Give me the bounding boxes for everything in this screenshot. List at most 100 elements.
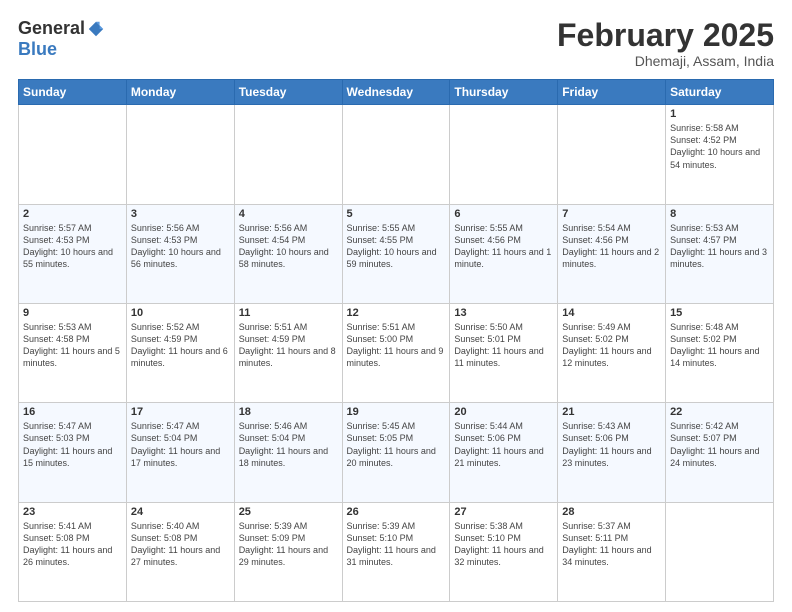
calendar-day-header: Saturday (666, 80, 774, 105)
calendar-table: SundayMondayTuesdayWednesdayThursdayFrid… (18, 79, 774, 602)
day-info: Sunrise: 5:52 AM Sunset: 4:59 PM Dayligh… (131, 321, 230, 370)
calendar-week-row: 16 Sunrise: 5:47 AM Sunset: 5:03 PM Dayli… (19, 403, 774, 502)
day-info: Sunrise: 5:49 AM Sunset: 5:02 PM Dayligh… (562, 321, 661, 370)
calendar-day-cell: 8Sunrise: 5:53 AM Sunset: 4:57 PM Daylig… (666, 204, 774, 303)
day-info: Sunrise: 5:37 AM Sunset: 5:11 PM Dayligh… (562, 520, 661, 569)
logo-general: General (18, 18, 85, 39)
calendar-day-header: Sunday (19, 80, 127, 105)
day-info: Sunrise: 5:43 AM Sunset: 5:06 PM Dayligh… (562, 420, 661, 469)
day-info: Sunrise: 5:48 AM Sunset: 5:02 PM Dayligh… (670, 321, 769, 370)
calendar-day-cell: 18 Sunrise: 5:46 AM Sunset: 5:04 PM Dayli… (234, 403, 342, 502)
day-number: 13 (454, 307, 553, 319)
calendar-day-cell (234, 105, 342, 204)
calendar-header-row: SundayMondayTuesdayWednesdayThursdayFrid… (19, 80, 774, 105)
calendar-day-cell: 28 Sunrise: 5:37 AM Sunset: 5:11 PM Dayli… (558, 502, 666, 601)
calendar-day-cell: 17Sunrise: 5:47 AM Sunset: 5:04 PM Dayli… (126, 403, 234, 502)
calendar-day-cell: 15Sunrise: 5:48 AM Sunset: 5:02 PM Dayli… (666, 303, 774, 402)
day-info: Sunrise: 5:47 AM Sunset: 5:03 PM Dayligh… (23, 420, 122, 469)
day-info: Sunrise: 5:46 AM Sunset: 5:04 PM Dayligh… (239, 420, 338, 469)
day-info: Sunrise: 5:39 AM Sunset: 5:10 PM Dayligh… (347, 520, 446, 569)
day-number: 21 (562, 406, 661, 418)
day-info: Sunrise: 5:55 AM Sunset: 4:55 PM Dayligh… (347, 222, 446, 271)
calendar-day-cell: 6 Sunrise: 5:55 AM Sunset: 4:56 PM Daylig… (450, 204, 558, 303)
calendar-day-cell (666, 502, 774, 601)
day-info: Sunrise: 5:38 AM Sunset: 5:10 PM Dayligh… (454, 520, 553, 569)
day-number: 26 (347, 506, 446, 518)
header-right: February 2025 Dhemaji, Assam, India (557, 18, 774, 69)
calendar-day-cell (126, 105, 234, 204)
location: Dhemaji, Assam, India (557, 53, 774, 69)
calendar-day-cell: 16 Sunrise: 5:47 AM Sunset: 5:03 PM Dayli… (19, 403, 127, 502)
calendar-day-cell: 10 Sunrise: 5:52 AM Sunset: 4:59 PM Dayli… (126, 303, 234, 402)
day-number: 1 (670, 108, 769, 120)
day-info: Sunrise: 5:42 AM Sunset: 5:07 PM Dayligh… (670, 420, 769, 469)
day-number: 28 (562, 506, 661, 518)
day-info: Sunrise: 5:57 AM Sunset: 4:53 PM Dayligh… (23, 222, 122, 271)
calendar-day-cell: 12Sunrise: 5:51 AM Sunset: 5:00 PM Dayli… (342, 303, 450, 402)
calendar-day-cell: 21 Sunrise: 5:43 AM Sunset: 5:06 PM Dayli… (558, 403, 666, 502)
day-info: Sunrise: 5:44 AM Sunset: 5:06 PM Dayligh… (454, 420, 553, 469)
day-info: Sunrise: 5:56 AM Sunset: 4:53 PM Dayligh… (131, 222, 230, 271)
calendar-day-cell: 9 Sunrise: 5:53 AM Sunset: 4:58 PM Daylig… (19, 303, 127, 402)
day-info: Sunrise: 5:54 AM Sunset: 4:56 PM Dayligh… (562, 222, 661, 271)
day-info: Sunrise: 5:51 AM Sunset: 4:59 PM Dayligh… (239, 321, 338, 370)
logo: General Blue (18, 18, 105, 60)
day-number: 4 (239, 208, 338, 220)
day-number: 2 (23, 208, 122, 220)
day-number: 11 (239, 307, 338, 319)
calendar-day-cell: 5 Sunrise: 5:55 AM Sunset: 4:55 PM Daylig… (342, 204, 450, 303)
calendar-day-cell: 2 Sunrise: 5:57 AM Sunset: 4:53 PM Daylig… (19, 204, 127, 303)
day-number: 17 (131, 406, 230, 418)
day-number: 14 (562, 307, 661, 319)
calendar-day-cell: 19 Sunrise: 5:45 AM Sunset: 5:05 PM Dayli… (342, 403, 450, 502)
calendar-day-cell: 27 Sunrise: 5:38 AM Sunset: 5:10 PM Dayli… (450, 502, 558, 601)
day-number: 27 (454, 506, 553, 518)
calendar-day-cell: 3 Sunrise: 5:56 AM Sunset: 4:53 PM Daylig… (126, 204, 234, 303)
calendar-day-cell: 4 Sunrise: 5:56 AM Sunset: 4:54 PM Daylig… (234, 204, 342, 303)
day-number: 10 (131, 307, 230, 319)
calendar-week-row: 9 Sunrise: 5:53 AM Sunset: 4:58 PM Daylig… (19, 303, 774, 402)
day-info: Sunrise: 5:40 AM Sunset: 5:08 PM Dayligh… (131, 520, 230, 569)
calendar-day-cell: 13 Sunrise: 5:50 AM Sunset: 5:01 PM Dayli… (450, 303, 558, 402)
day-number: 24 (131, 506, 230, 518)
day-info: Sunrise: 5:50 AM Sunset: 5:01 PM Dayligh… (454, 321, 553, 370)
calendar-day-cell: 23Sunrise: 5:41 AM Sunset: 5:08 PM Dayli… (19, 502, 127, 601)
calendar-week-row: 1Sunrise: 5:58 AM Sunset: 4:52 PM Daylig… (19, 105, 774, 204)
day-number: 6 (454, 208, 553, 220)
day-number: 3 (131, 208, 230, 220)
day-number: 5 (347, 208, 446, 220)
day-number: 19 (347, 406, 446, 418)
day-info: Sunrise: 5:45 AM Sunset: 5:05 PM Dayligh… (347, 420, 446, 469)
calendar-day-cell: 26 Sunrise: 5:39 AM Sunset: 5:10 PM Dayli… (342, 502, 450, 601)
day-info: Sunrise: 5:55 AM Sunset: 4:56 PM Dayligh… (454, 222, 553, 271)
day-number: 25 (239, 506, 338, 518)
calendar-day-cell: 1Sunrise: 5:58 AM Sunset: 4:52 PM Daylig… (666, 105, 774, 204)
calendar-day-cell: 11 Sunrise: 5:51 AM Sunset: 4:59 PM Dayli… (234, 303, 342, 402)
day-info: Sunrise: 5:56 AM Sunset: 4:54 PM Dayligh… (239, 222, 338, 271)
calendar-day-cell: 7Sunrise: 5:54 AM Sunset: 4:56 PM Daylig… (558, 204, 666, 303)
calendar-week-row: 2 Sunrise: 5:57 AM Sunset: 4:53 PM Daylig… (19, 204, 774, 303)
calendar-day-cell (19, 105, 127, 204)
day-number: 16 (23, 406, 122, 418)
calendar-day-cell: 22 Sunrise: 5:42 AM Sunset: 5:07 PM Dayli… (666, 403, 774, 502)
day-info: Sunrise: 5:53 AM Sunset: 4:58 PM Dayligh… (23, 321, 122, 370)
logo-text: General (18, 18, 105, 39)
page: General Blue February 2025 Dhemaji, Assa… (0, 0, 792, 612)
calendar-day-cell: 24 Sunrise: 5:40 AM Sunset: 5:08 PM Dayli… (126, 502, 234, 601)
day-number: 18 (239, 406, 338, 418)
calendar-week-row: 23Sunrise: 5:41 AM Sunset: 5:08 PM Dayli… (19, 502, 774, 601)
header: General Blue February 2025 Dhemaji, Assa… (18, 18, 774, 69)
calendar-day-cell (558, 105, 666, 204)
day-number: 9 (23, 307, 122, 319)
calendar-day-cell: 20Sunrise: 5:44 AM Sunset: 5:06 PM Dayli… (450, 403, 558, 502)
calendar-day-cell (450, 105, 558, 204)
calendar-day-header: Wednesday (342, 80, 450, 105)
day-number: 22 (670, 406, 769, 418)
calendar-day-cell (342, 105, 450, 204)
calendar-day-cell: 14 Sunrise: 5:49 AM Sunset: 5:02 PM Dayli… (558, 303, 666, 402)
day-number: 8 (670, 208, 769, 220)
day-number: 23 (23, 506, 122, 518)
logo-blue: Blue (18, 39, 57, 60)
calendar-day-header: Tuesday (234, 80, 342, 105)
calendar-day-header: Thursday (450, 80, 558, 105)
